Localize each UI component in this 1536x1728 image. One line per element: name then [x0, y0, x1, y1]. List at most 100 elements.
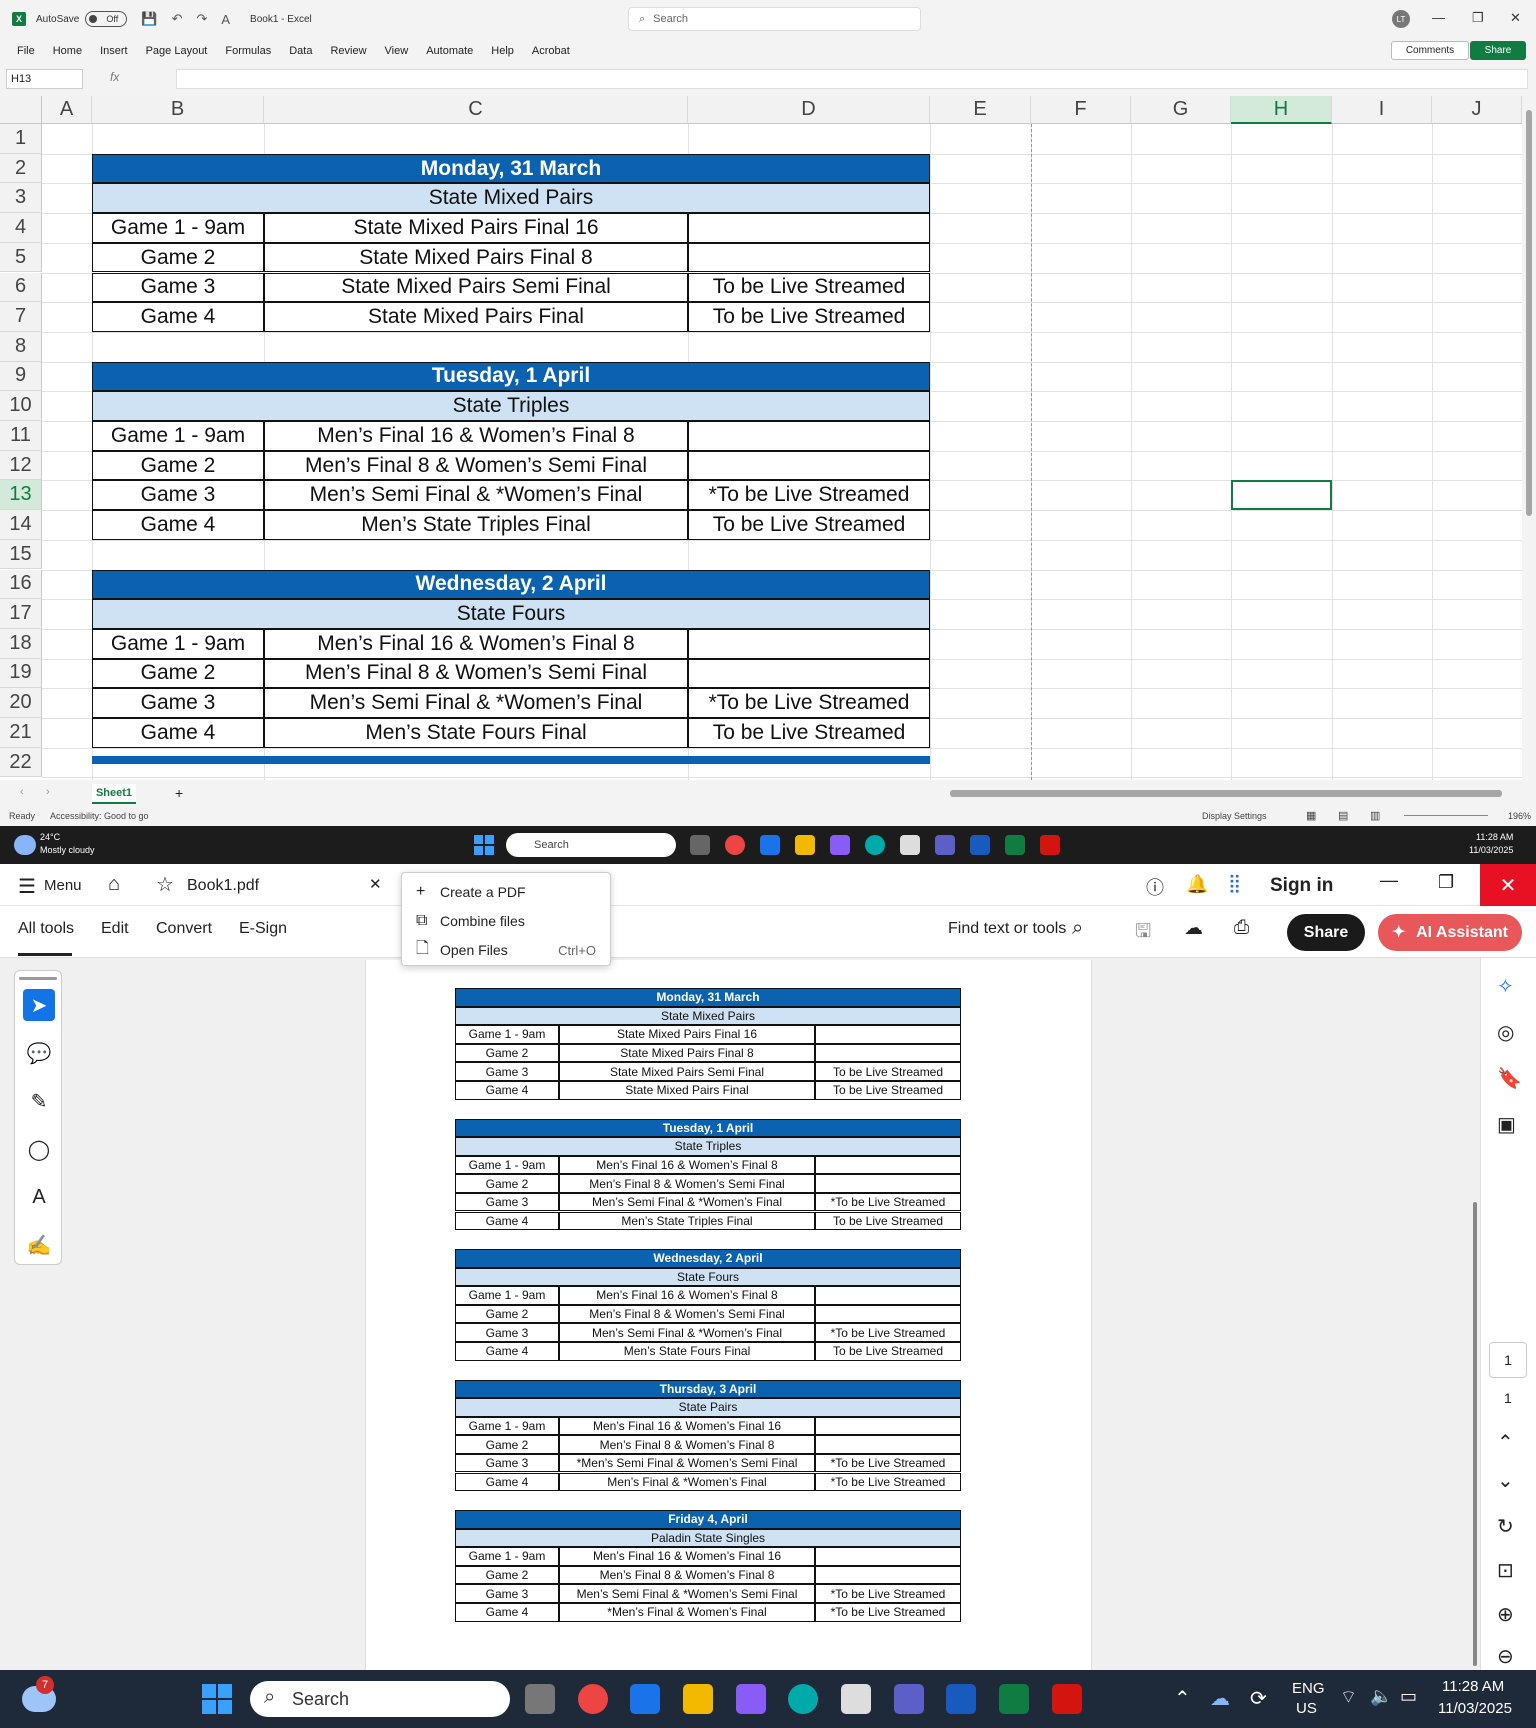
rotate-icon[interactable]: ↻: [1497, 1514, 1514, 1539]
word-icon[interactable]: [946, 1684, 976, 1714]
volume-icon[interactable]: 🔈: [1370, 1686, 1392, 1707]
select-all-corner[interactable]: [0, 96, 42, 124]
selected-cell[interactable]: [1231, 480, 1332, 511]
chevron-up-icon[interactable]: ⌃: [1497, 1430, 1514, 1455]
excel-search-box[interactable]: ⌕ Search: [628, 7, 921, 31]
home-icon[interactable]: ⌂: [108, 873, 120, 896]
row-header[interactable]: 7: [0, 302, 42, 332]
table-cell[interactable]: Men’s Final 8 & Women’s Semi Final: [264, 658, 688, 689]
column-header[interactable]: D: [688, 96, 930, 124]
taskbar-search[interactable]: Search: [506, 833, 676, 857]
row-header[interactable]: 10: [0, 391, 42, 421]
fit-page-icon[interactable]: ⊡: [1497, 1558, 1514, 1583]
table-cell[interactable]: Game 3: [92, 480, 264, 511]
row-header[interactable]: 18: [0, 628, 42, 659]
acrobat-icon[interactable]: [1052, 1684, 1082, 1714]
page-break-icon[interactable]: ▥: [1370, 809, 1380, 822]
accessibility-status[interactable]: Accessibility: Good to go: [50, 811, 149, 821]
chevron-down-icon[interactable]: ⌄: [1497, 1468, 1514, 1493]
chrome-icon[interactable]: [578, 1684, 608, 1714]
table-cell[interactable]: [688, 628, 930, 659]
table-cell[interactable]: Men’s State Triples Final: [264, 510, 688, 540]
table-cell[interactable]: Game 2: [92, 242, 264, 273]
wifi-icon[interactable]: ⌔: [1340, 1686, 1357, 1709]
table-cell[interactable]: Men’s Final 16 & Women’s Final 8: [264, 628, 688, 659]
column-header[interactable]: I: [1332, 96, 1432, 124]
table-cell[interactable]: To be Live Streamed: [688, 510, 930, 540]
ribbon-tab-insert[interactable]: Insert: [100, 45, 128, 57]
column-header[interactable]: H: [1231, 96, 1332, 124]
ribbon-tab-view[interactable]: View: [385, 45, 409, 57]
store-icon[interactable]: [900, 835, 920, 855]
table-cell[interactable]: Game 2: [92, 450, 264, 481]
ai-chat-icon[interactable]: ✧: [1497, 974, 1514, 999]
table-cell[interactable]: [688, 421, 930, 451]
chrome-icon[interactable]: [725, 835, 745, 855]
table-cell[interactable]: Game 1 - 9am: [92, 213, 264, 243]
tab-all-tools[interactable]: All tools: [18, 920, 74, 938]
table-cell[interactable]: *To be Live Streamed: [688, 688, 930, 718]
dropdown-item-combine-files[interactable]: ⧉ Combine files: [416, 910, 596, 932]
minimize-icon[interactable]: —: [1380, 870, 1398, 891]
text-select-icon[interactable]: A: [23, 1181, 55, 1213]
column-header[interactable]: B: [92, 96, 264, 124]
avatar[interactable]: LT: [1392, 10, 1410, 28]
vertical-scrollbar[interactable]: [1522, 96, 1536, 780]
pages-icon[interactable]: ▣: [1497, 1112, 1516, 1137]
row-header[interactable]: 2: [0, 153, 42, 184]
row-header[interactable]: 1: [0, 124, 42, 154]
task-view-icon[interactable]: [525, 1684, 555, 1714]
table-cell[interactable]: State Mixed Pairs Semi Final: [264, 272, 688, 303]
windows-start-icon[interactable]: [202, 1684, 232, 1714]
save-icon[interactable]: 🖫: [1135, 917, 1151, 949]
zoom-slider[interactable]: [1404, 815, 1488, 816]
column-header[interactable]: J: [1432, 96, 1522, 124]
event-header[interactable]: State Fours: [92, 599, 930, 629]
excel-icon[interactable]: [999, 1684, 1029, 1714]
scroll-thumb[interactable]: [1526, 110, 1532, 516]
table-cell[interactable]: Game 3: [92, 272, 264, 303]
chevron-up-icon[interactable]: ⌃: [1174, 1686, 1191, 1711]
row-header[interactable]: 6: [0, 272, 42, 303]
tab-convert[interactable]: Convert: [156, 920, 212, 938]
table-cell[interactable]: State Mixed Pairs Final 16: [264, 213, 688, 243]
select-cursor-icon[interactable]: ➤: [23, 989, 55, 1021]
table-cell[interactable]: State Mixed Pairs Final: [264, 302, 688, 332]
edge-icon[interactable]: [865, 835, 885, 855]
table-cell[interactable]: State Mixed Pairs Final 8: [264, 242, 688, 273]
prev-sheet-icon[interactable]: ‹: [20, 786, 24, 798]
horizontal-scrollbar[interactable]: [950, 790, 1502, 797]
row-header[interactable]: 19: [0, 658, 42, 689]
row-header[interactable]: 21: [0, 718, 42, 748]
row-header[interactable]: 14: [0, 510, 42, 540]
event-header[interactable]: State Mixed Pairs: [92, 183, 930, 214]
document-tab-title[interactable]: Book1.pdf: [187, 877, 259, 895]
edge-icon[interactable]: [788, 1684, 818, 1714]
share-button[interactable]: Share: [1287, 914, 1365, 951]
row-header[interactable]: 20: [0, 688, 42, 718]
table-cell[interactable]: [688, 450, 930, 481]
column-header[interactable]: E: [930, 96, 1031, 124]
undo-icon[interactable]: ↶: [172, 11, 183, 27]
row-header[interactable]: 16: [0, 569, 42, 600]
table-cell[interactable]: Game 1 - 9am: [92, 628, 264, 659]
normal-view-icon[interactable]: ▦: [1306, 809, 1316, 822]
dropdown-item-open-files[interactable]: 🗋 Open Files Ctrl+O: [416, 939, 596, 961]
row-header[interactable]: 3: [0, 183, 42, 214]
event-header[interactable]: State Triples: [92, 391, 930, 421]
row-header[interactable]: 9: [0, 361, 42, 392]
file-explorer-icon[interactable]: [795, 835, 815, 855]
file-explorer-icon[interactable]: [683, 1684, 713, 1714]
spreadsheet-grid[interactable]: A B C D E F G H I J 1 2 3 4 5 6 7 8 9 10 11 12 13 14 15 16 17 18 19 2…: [0, 96, 1522, 780]
column-header[interactable]: C: [264, 96, 688, 124]
sheet-tab[interactable]: Sheet1: [92, 784, 136, 804]
table-cell[interactable]: To be Live Streamed: [688, 272, 930, 303]
dropdown-item-create-a-pdf[interactable]: + Create a PDF: [416, 881, 596, 903]
close-window-icon[interactable]: ✕: [1480, 864, 1536, 906]
ribbon-tab-review[interactable]: Review: [330, 45, 366, 57]
task-view-icon[interactable]: [690, 835, 710, 855]
hamburger-icon[interactable]: ☰: [18, 874, 36, 899]
help-icon[interactable]: ⓘ: [1146, 874, 1164, 900]
table-cell[interactable]: Men’s Final 16 & Women’s Final 8: [264, 421, 688, 451]
maximize-icon[interactable]: ❐: [1438, 872, 1454, 893]
